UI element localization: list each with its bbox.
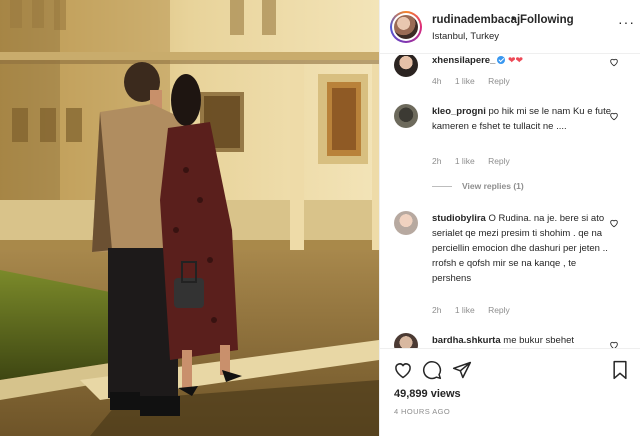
comment-like-heart-icon[interactable] <box>609 111 619 121</box>
comment-likes[interactable]: 1 like <box>455 305 475 315</box>
commenter-avatar[interactable] <box>394 211 418 235</box>
comment-item: bardha.shkurta me bukur sbehet <box>380 333 640 348</box>
comment-emoji: ❤❤ <box>508 55 524 65</box>
bookmark-icon[interactable] <box>610 360 630 380</box>
heart-icon[interactable] <box>393 360 413 380</box>
post-location[interactable]: Istanbul, Turkey <box>432 31 499 42</box>
post-panel: rudinadembacaj • Following Istanbul, Tur… <box>379 0 640 436</box>
comment-text: xhensilapere_ ❤❤ <box>432 55 612 68</box>
comments-list[interactable]: xhensilapere_ ❤❤ 4h 1 like Reply kleo_pr… <box>380 55 640 348</box>
comment-text: bardha.shkurta me bukur sbehet <box>432 333 612 348</box>
comment-meta: 2h 1 like Reply <box>432 305 521 315</box>
view-replies-line <box>432 186 452 188</box>
post-header: rudinadembacaj • Following Istanbul, Tur… <box>380 0 640 54</box>
share-icon[interactable] <box>452 360 472 380</box>
comment-item: kleo_progni po hik mi se le nam Ku e fut… <box>380 101 640 201</box>
comment-item: xhensilapere_ ❤❤ 4h 1 like Reply <box>380 55 640 95</box>
post-actions: 49,899 views 4 HOURS AGO <box>380 348 640 436</box>
comment-meta: 4h 1 like Reply <box>432 76 521 86</box>
more-options-icon[interactable]: ··· <box>618 14 635 30</box>
following-button[interactable]: Following <box>520 14 574 26</box>
views-count[interactable]: 49,899 views <box>394 388 461 400</box>
comment-likes[interactable]: 1 like <box>455 76 475 86</box>
commenter-avatar[interactable] <box>394 333 418 348</box>
reply-button[interactable]: Reply <box>488 76 510 86</box>
comment-like-heart-icon[interactable] <box>609 57 619 67</box>
comment-username[interactable]: bardha.shkurta <box>432 335 501 346</box>
comment-time: 2h <box>432 305 442 315</box>
comment-icon[interactable] <box>422 360 442 380</box>
verified-icon <box>497 56 506 64</box>
comment-text: kleo_progni po hik mi se le nam Ku e fut… <box>432 104 612 134</box>
comment-item: studiobylira O Rudina. na je. bere si at… <box>380 211 640 321</box>
comment-username[interactable]: kleo_progni <box>432 106 486 117</box>
post-photo-scene <box>0 0 379 436</box>
comment-body: me bukur sbehet <box>503 335 575 346</box>
comment-likes[interactable]: 1 like <box>455 156 475 166</box>
author-avatar[interactable] <box>390 11 422 43</box>
comment-like-heart-icon[interactable] <box>609 218 619 228</box>
comment-time: 4h <box>432 76 442 86</box>
comment-time: 2h <box>432 156 442 166</box>
comment-like-heart-icon[interactable] <box>609 340 619 348</box>
comment-meta: 2h 1 like Reply <box>432 156 521 166</box>
comment-text: studiobylira O Rudina. na je. bere si at… <box>432 211 612 286</box>
header-separator: • <box>511 13 516 25</box>
post-photo[interactable] <box>0 0 379 436</box>
commenter-avatar[interactable] <box>394 55 418 77</box>
view-replies-button[interactable]: View replies (1) <box>432 181 524 191</box>
reply-button[interactable]: Reply <box>488 156 510 166</box>
reply-button[interactable]: Reply <box>488 305 510 315</box>
comment-username[interactable]: xhensilapere_ <box>432 55 495 66</box>
author-username[interactable]: rudinadembacaj <box>432 14 520 26</box>
commenter-avatar[interactable] <box>394 104 418 128</box>
post-time[interactable]: 4 HOURS AGO <box>394 407 450 416</box>
view-replies-label[interactable]: View replies (1) <box>462 181 524 191</box>
comment-username[interactable]: studiobylira <box>432 213 486 224</box>
